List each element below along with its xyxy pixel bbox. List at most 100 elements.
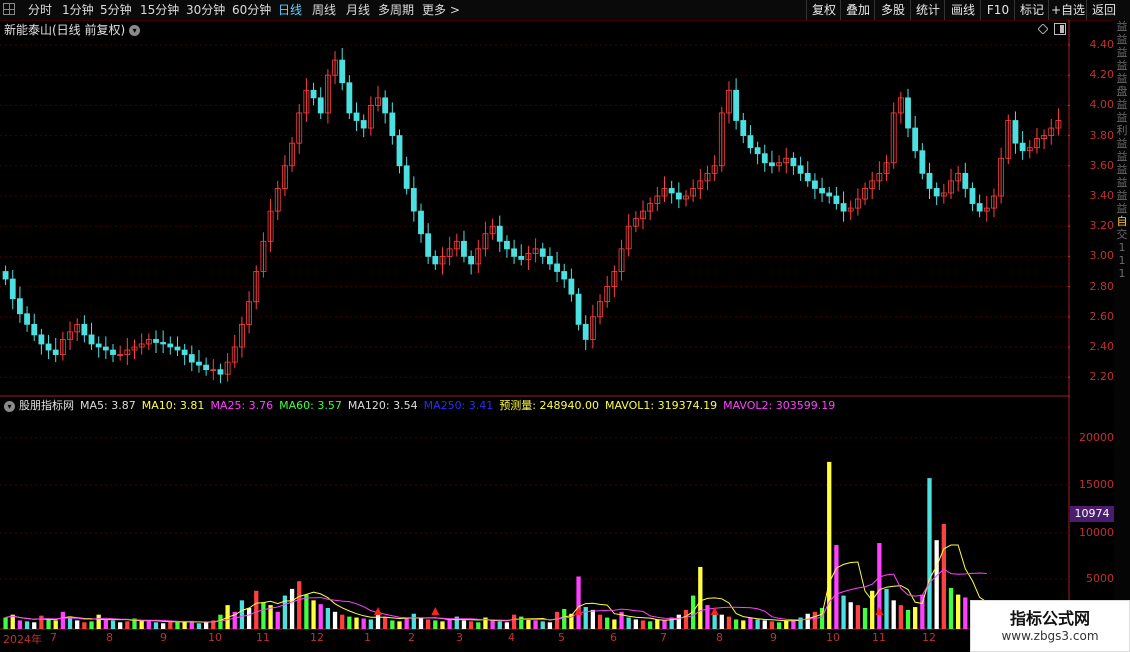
side-panel-glyph: 益 [1116, 176, 1128, 189]
volume-bar [891, 600, 896, 629]
indicator-value: MA10: 3.81 [141, 399, 205, 412]
grid-layout-icon[interactable] [3, 3, 15, 15]
candle-body [539, 248, 546, 257]
volume-bar [626, 617, 631, 629]
toolbar-right-button-6[interactable]: 标记 [1014, 0, 1049, 20]
volume-bar [404, 617, 409, 629]
candle-body [160, 342, 167, 345]
candle-body [675, 192, 682, 200]
volume-bar [719, 614, 724, 629]
toolbar-tab-9[interactable]: 多周期 [378, 0, 414, 20]
candle-body [833, 195, 840, 204]
price-tick-label: 3.00 [1089, 249, 1115, 263]
toolbar-tab-3[interactable]: 15分钟 [140, 0, 179, 20]
volume-bar [354, 617, 359, 629]
month-label: 8 [106, 631, 113, 644]
candle-body [561, 271, 568, 280]
candle-body [582, 323, 589, 340]
right-info-panel: 益益益益益盘益益利益益益益益益自交111 [1114, 20, 1130, 650]
toolbar-tab-2[interactable]: 5分钟 [100, 0, 132, 20]
candle-body [153, 339, 159, 343]
volume-bar [175, 622, 180, 629]
volume-bar [583, 607, 588, 629]
candle-body [410, 188, 417, 212]
toolbar-tab-10[interactable]: 更多 > [422, 0, 460, 20]
toolbar-tab-5[interactable]: 60分钟 [232, 0, 271, 20]
candle-body [360, 120, 367, 129]
toolbar-right-button-3[interactable]: 统计 [910, 0, 945, 20]
candle-body [389, 112, 396, 136]
indicator-value: MA120: 3.54 [347, 399, 418, 412]
volume-bar [490, 620, 495, 629]
volume-tick-label: 10000 [1079, 526, 1114, 539]
volume-bar [139, 620, 144, 629]
indicator-name[interactable]: 股朋指标网 [19, 399, 74, 412]
side-panel-glyph: 益 [1116, 202, 1128, 215]
toolbar-tab-1[interactable]: 1分钟 [62, 0, 94, 20]
candle-body [403, 165, 410, 189]
toolbar-right-button-5[interactable]: F10 [980, 0, 1015, 20]
price-tick-label: 3.40 [1089, 189, 1115, 202]
volume-bar [848, 602, 853, 629]
volume-bar [605, 617, 610, 629]
toolbar-tab-6[interactable]: 日线 [278, 0, 302, 20]
month-label: 9 [160, 631, 167, 644]
candle-body [747, 135, 754, 149]
volume-bar [633, 619, 638, 629]
month-label: 12 [310, 631, 324, 644]
side-panel-glyph: 1 [1118, 254, 1126, 267]
price-tick-label: 4.20 [1089, 68, 1115, 82]
toolbar-right-button-0[interactable]: 复权 [806, 0, 841, 20]
toolbar-tab-0[interactable]: 分时 [28, 0, 52, 20]
toolbar-right-button-8[interactable]: 返回 [1086, 0, 1121, 20]
candle-body [496, 225, 503, 242]
volume-bar [576, 576, 581, 629]
price-tick-label: 3.20 [1089, 219, 1115, 233]
volume-bar [82, 622, 87, 629]
toolbar-right-button-4[interactable]: 画线 [944, 0, 981, 20]
candle-body [826, 192, 833, 197]
volume-tick-label: 5000 [1086, 572, 1114, 585]
toolbar-tab-8[interactable]: 月线 [346, 0, 370, 20]
volume-bar [819, 607, 825, 629]
volume-bar [640, 620, 646, 629]
volume-bar [547, 622, 553, 629]
candle-body [518, 255, 525, 260]
indicator-value: MA25: 3.76 [210, 399, 274, 412]
month-label: 11 [256, 631, 270, 644]
volume-bar [812, 611, 818, 629]
current-volume-box: 10974 [1070, 506, 1114, 522]
volume-bar [203, 622, 209, 629]
candle-body [418, 210, 424, 235]
side-panel-glyph: 益 [1116, 59, 1128, 72]
side-panel-glyph: 益 [1116, 20, 1128, 33]
side-panel-glyph: 1 [1118, 241, 1126, 254]
candle-body [432, 255, 439, 265]
toolbar-right-button-1[interactable]: 叠加 [840, 0, 875, 20]
candle-body [740, 120, 747, 137]
volume-bar [368, 619, 373, 629]
volume-bar [182, 621, 187, 629]
candle-body [167, 343, 174, 348]
volume-bar [67, 617, 73, 629]
toolbar-right-button-2[interactable]: 多股 [874, 0, 911, 20]
price-tick-label: 3.60 [1089, 158, 1115, 172]
indicator-menu-icon[interactable]: ▾ [4, 400, 15, 412]
watermark: 指标公式网 www.zbgs3.com [970, 600, 1130, 652]
volume-bar [125, 621, 130, 629]
volume-bar [239, 600, 245, 629]
volume-bar [476, 622, 481, 629]
toolbar-right-button-7[interactable]: +自选 [1048, 0, 1087, 20]
volume-bar [733, 619, 739, 629]
volume-bar [597, 614, 603, 629]
volume-bar [741, 620, 746, 629]
volume-bar [834, 544, 839, 629]
kline-chart[interactable] [0, 20, 1070, 630]
toolbar-tab-7[interactable]: 周线 [312, 0, 336, 20]
price-tick-label: 2.60 [1089, 309, 1115, 323]
volume-bar [648, 621, 653, 629]
volume-bar [261, 602, 266, 629]
side-panel-glyph: 益 [1116, 72, 1128, 85]
toolbar-tab-4[interactable]: 30分钟 [186, 0, 225, 20]
volume-bar [89, 621, 94, 629]
